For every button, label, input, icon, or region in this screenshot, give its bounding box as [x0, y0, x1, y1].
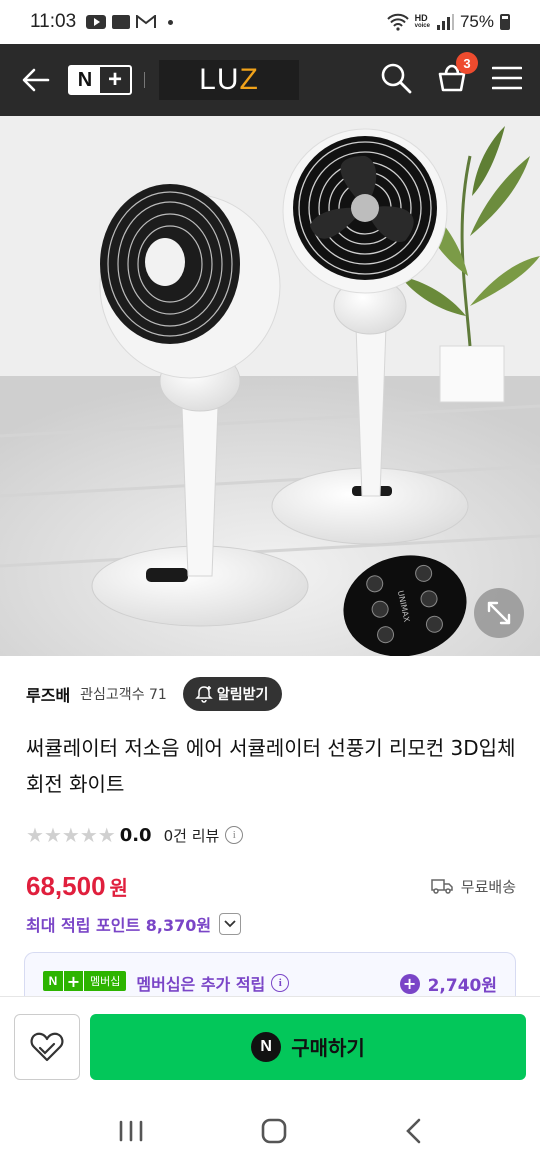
recents-icon	[120, 1120, 143, 1142]
product-title: 써큘레이터 저소음 에어 서큘레이터 선풍기 리모컨 3D입체회전 화이트	[26, 736, 516, 796]
hd-voice-icon: HD voice	[415, 14, 430, 30]
naver-plus-sign: +	[107, 66, 122, 93]
membership-n-letter: N	[43, 971, 63, 991]
bell-plus-icon	[195, 686, 213, 703]
status-time: 11:03	[30, 11, 77, 32]
battery-percent: 75%	[459, 12, 494, 31]
store-info-row: 루즈배 관심고객수 71 알림받기	[26, 676, 283, 712]
max-points-label: 최대 적립 포인트 8,370원	[26, 916, 212, 935]
review-count-link[interactable]: 0건 리뷰	[164, 825, 220, 846]
naver-n-icon: N	[251, 1031, 282, 1062]
price-row: 68,500 원 무료배송	[26, 866, 516, 906]
back-nav-button[interactable]	[404, 1118, 422, 1148]
max-points-row: 최대 적립 포인트 8,370원	[26, 910, 242, 938]
rating-value: 0.0	[119, 824, 152, 846]
wishlist-button[interactable]	[14, 1013, 80, 1080]
shipping-info: 무료배송	[431, 876, 516, 897]
notify-label: 알림받기	[216, 687, 269, 703]
price-currency: 원	[109, 875, 128, 900]
buy-button[interactable]: N 구매하기	[90, 1013, 526, 1080]
membership-badge-label: 멤버십	[83, 971, 127, 991]
truck-icon	[431, 879, 453, 894]
star-icon: ★	[43, 823, 62, 847]
points-expand-button[interactable]	[219, 913, 242, 935]
folder-icon	[112, 15, 131, 29]
system-navigation-bar	[0, 1096, 540, 1170]
notify-button[interactable]: 알림받기	[182, 677, 283, 711]
wifi-icon	[386, 13, 409, 31]
shipping-label: 무료배송	[460, 877, 516, 896]
search-button[interactable]	[380, 62, 412, 98]
star-icon: ★	[61, 823, 80, 847]
store-name[interactable]: 루즈배	[26, 682, 70, 706]
voice-label: voice	[414, 23, 430, 29]
membership-desc: 멤버십은 추가 적립	[136, 975, 266, 994]
product-photo: UNIMAX	[0, 116, 540, 656]
youtube-icon	[86, 15, 107, 29]
expand-image-button[interactable]	[474, 588, 524, 638]
search-icon	[381, 63, 412, 94]
store-logo[interactable]: LUZ	[159, 60, 299, 100]
notification-icons	[86, 15, 174, 29]
star-rating: ★ ★ ★ ★ ★	[26, 825, 116, 845]
info-icon[interactable]: i	[225, 826, 244, 844]
more-notifications-icon	[168, 19, 174, 25]
recents-button[interactable]	[118, 1120, 144, 1146]
store-logo-text: LUZ	[199, 63, 259, 96]
store-fans-count: 관심고객수 71	[80, 687, 167, 703]
mail-icon	[136, 15, 157, 28]
back-button[interactable]	[18, 62, 54, 98]
naver-plus-logo[interactable]: N +	[68, 65, 132, 95]
home-icon	[261, 1118, 287, 1144]
status-bar: 11:03 HD voice 75%	[0, 0, 540, 44]
purchase-bar: N 구매하기	[0, 996, 540, 1096]
header-divider	[144, 72, 145, 88]
star-icon: ★	[79, 823, 98, 847]
back-arrow-icon	[22, 68, 50, 92]
membership-text: 멤버십은 추가 적립 i	[136, 971, 290, 995]
membership-info-icon[interactable]: i	[271, 974, 290, 992]
naver-n-letter: N	[70, 67, 100, 93]
cart-count-badge: 3	[456, 52, 478, 74]
membership-points-value: 2,740원	[427, 976, 497, 996]
status-right: HD voice 75%	[386, 12, 510, 32]
cart-button[interactable]: 3	[436, 52, 478, 98]
expand-icon	[487, 601, 511, 625]
naver-plus-membership-badge: N + 멤버십	[43, 971, 127, 991]
buy-label: 구매하기	[291, 1036, 365, 1060]
app-header: N + LUZ 3	[0, 44, 540, 116]
menu-icon	[491, 66, 523, 90]
plus-circle-icon: +	[399, 973, 420, 994]
hd-label: HD	[414, 13, 428, 23]
header-actions: 3	[380, 52, 523, 98]
heart-icon	[30, 1032, 64, 1061]
back-nav-icon	[405, 1118, 420, 1144]
price-value: 68,500	[26, 870, 106, 901]
rating-row: ★ ★ ★ ★ ★ 0.0 0건 리뷰 i	[26, 822, 244, 848]
home-button[interactable]	[261, 1118, 287, 1148]
chevron-down-icon	[224, 920, 236, 928]
menu-button[interactable]	[491, 66, 523, 94]
star-icon: ★	[97, 823, 116, 847]
membership-plus-sign: +	[63, 971, 83, 991]
product-image[interactable]: UNIMAX	[0, 116, 540, 656]
star-icon: ★	[26, 823, 44, 847]
battery-icon	[500, 14, 510, 30]
membership-extra-points: + 2,740원	[399, 971, 497, 996]
signal-icon	[436, 14, 454, 30]
